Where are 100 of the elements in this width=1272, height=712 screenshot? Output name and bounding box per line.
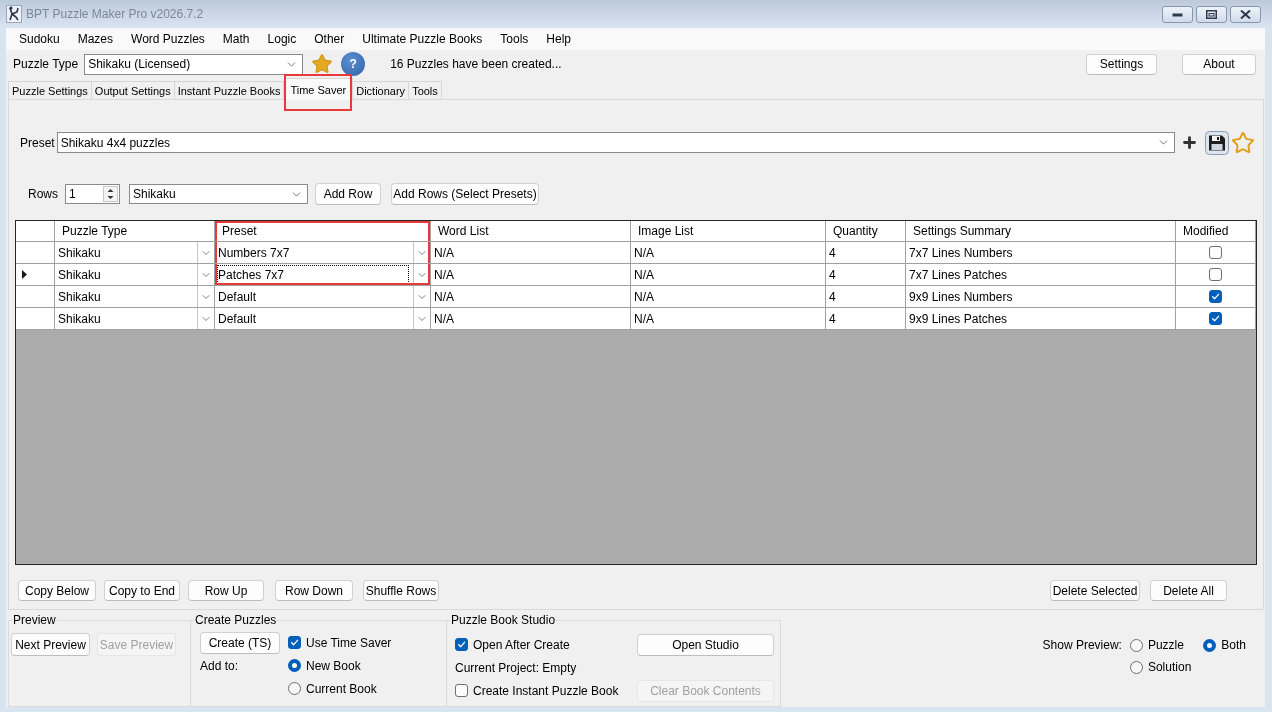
field-label: Rows <box>28 187 58 201</box>
toolbar-button[interactable]: About <box>1182 53 1256 75</box>
column-header[interactable]: Preset <box>215 221 431 242</box>
star-icon[interactable] <box>1231 130 1255 155</box>
column-header[interactable]: Image List <box>631 221 826 242</box>
row-action-button[interactable]: Row Down <box>275 580 353 601</box>
menu-item[interactable]: Other <box>305 28 354 50</box>
row-header[interactable] <box>16 264 55 286</box>
checkbox-label[interactable]: Use Time Saver <box>306 635 392 650</box>
radio-button[interactable] <box>1129 660 1143 674</box>
menu-item[interactable]: Word Puzzles <box>122 28 214 50</box>
radio-button[interactable] <box>288 659 301 672</box>
table-cell: N/A <box>631 242 826 264</box>
menu-item[interactable]: Mazes <box>68 28 123 50</box>
group-title: Puzzle Book Studio <box>450 613 557 627</box>
studio-button[interactable]: Open Studio <box>637 633 774 656</box>
table-cell: N/A <box>431 286 631 308</box>
radio-label[interactable]: Puzzle <box>1147 638 1184 652</box>
project-status-text: Current Project: Empty <box>455 660 578 675</box>
radio-button[interactable] <box>1203 638 1217 652</box>
menu-item[interactable]: Logic <box>258 28 306 50</box>
tab[interactable]: Tools <box>409 81 442 99</box>
group-title: Create Puzzles <box>194 613 278 627</box>
add-row-button[interactable]: Add Rows (Select Presets) <box>391 183 539 205</box>
table-cell: 9x9 Lines Numbers <box>906 286 1176 308</box>
preview-button[interactable]: Next Preview <box>11 633 90 656</box>
radio-button[interactable] <box>1129 638 1143 652</box>
tab[interactable]: Instant Puzzle Books <box>174 81 285 99</box>
menu-item[interactable]: Help <box>537 28 580 50</box>
table-cell: 7x7 Lines Numbers <box>906 242 1176 264</box>
puzzle-type-dropdown[interactable]: Shikaku <box>129 184 308 204</box>
table-cell: N/A <box>431 264 631 286</box>
status-text: 16 Puzzles have been created... <box>390 57 562 71</box>
dropdown-cell[interactable]: Default <box>215 308 431 330</box>
radio-label[interactable]: Both <box>1221 638 1246 652</box>
menu-item[interactable]: Tools <box>491 28 538 50</box>
table-cell: 4 <box>826 264 906 286</box>
checkbox-label[interactable]: Create Instant Puzzle Book <box>473 683 619 698</box>
table-cell: N/A <box>431 242 631 264</box>
radio-label[interactable]: Solution <box>1147 660 1192 674</box>
delete-button[interactable]: Delete Selected <box>1050 580 1140 601</box>
column-header[interactable]: Modified <box>1176 221 1256 242</box>
dropdown-cell[interactable]: Patches 7x7 <box>215 264 431 286</box>
tab[interactable]: Output Settings <box>91 81 175 99</box>
field-label: Add to: <box>200 658 240 673</box>
column-header[interactable]: Word List <box>431 221 631 242</box>
row-action-button[interactable]: Shuffle Rows <box>363 580 439 601</box>
window-title: BPT Puzzle Maker Pro v2026.7.2 <box>26 7 204 21</box>
plus-icon[interactable] <box>1181 134 1198 151</box>
table-cell: 9x9 Lines Patches <box>906 308 1176 330</box>
dropdown-cell[interactable]: Shikaku <box>55 264 215 286</box>
checkbox-label[interactable]: Open After Create <box>473 637 570 652</box>
dropdown-cell[interactable]: Shikaku <box>55 242 215 264</box>
menu-item[interactable]: Ultimate Puzzle Books <box>353 28 492 50</box>
table-cell: 4 <box>826 308 906 330</box>
field-label: Preset <box>20 135 55 150</box>
close-button[interactable] <box>1230 6 1261 23</box>
row-action-button[interactable]: Copy to End <box>104 580 180 601</box>
checkbox[interactable] <box>1209 312 1222 325</box>
dropdown-cell[interactable]: Shikaku <box>55 286 215 308</box>
radio-button[interactable] <box>288 682 301 695</box>
tab[interactable]: Puzzle Settings <box>8 81 92 99</box>
tab[interactable]: Dictionary <box>353 81 410 99</box>
checkbox[interactable] <box>1209 246 1222 259</box>
puzzle-type-dropdown[interactable]: Shikaku (Licensed) <box>84 53 304 75</box>
create-button[interactable]: Create (TS) <box>200 631 280 654</box>
row-action-button[interactable]: Row Up <box>188 580 264 601</box>
table-cell: N/A <box>631 286 826 308</box>
checkbox[interactable] <box>455 684 468 697</box>
number-spinner[interactable]: 1 <box>65 184 120 204</box>
field-label: Puzzle Type <box>13 57 79 71</box>
table-cell: 4 <box>826 286 906 308</box>
checkbox[interactable] <box>288 636 301 649</box>
delete-button[interactable]: Delete All <box>1150 580 1227 601</box>
preset-dropdown[interactable]: Shikaku 4x4 puzzles <box>56 132 1175 153</box>
app-logo-icon <box>6 5 22 23</box>
dropdown-cell[interactable]: Default <box>215 286 431 308</box>
checkbox[interactable] <box>1209 268 1222 281</box>
column-header[interactable]: Puzzle Type <box>55 221 215 242</box>
help-button[interactable]: ? <box>341 52 366 76</box>
checkbox[interactable] <box>455 638 468 651</box>
menu-item[interactable]: Sudoku <box>10 28 69 50</box>
close-icon <box>1240 10 1251 19</box>
group-title: Preview <box>12 613 57 627</box>
maximize-button[interactable] <box>1196 6 1227 23</box>
radio-label[interactable]: New Book <box>306 658 361 673</box>
column-header[interactable]: Quantity <box>826 221 906 242</box>
row-action-button[interactable]: Copy Below <box>18 580 96 601</box>
field-label: Show Preview: <box>1042 637 1122 654</box>
add-row-button[interactable]: Add Row <box>315 183 381 205</box>
toolbar-button[interactable]: Settings <box>1086 53 1157 75</box>
star-icon[interactable] <box>311 53 334 75</box>
column-header[interactable]: Settings Summary <box>906 221 1176 242</box>
table-cell: 4 <box>826 242 906 264</box>
checkbox[interactable] <box>1209 290 1222 303</box>
radio-label[interactable]: Current Book <box>306 681 377 696</box>
menu-item[interactable]: Math <box>213 28 259 50</box>
dropdown-cell[interactable]: Numbers 7x7 <box>215 242 431 264</box>
dropdown-cell[interactable]: Shikaku <box>55 308 215 330</box>
minimize-button[interactable] <box>1162 6 1193 23</box>
